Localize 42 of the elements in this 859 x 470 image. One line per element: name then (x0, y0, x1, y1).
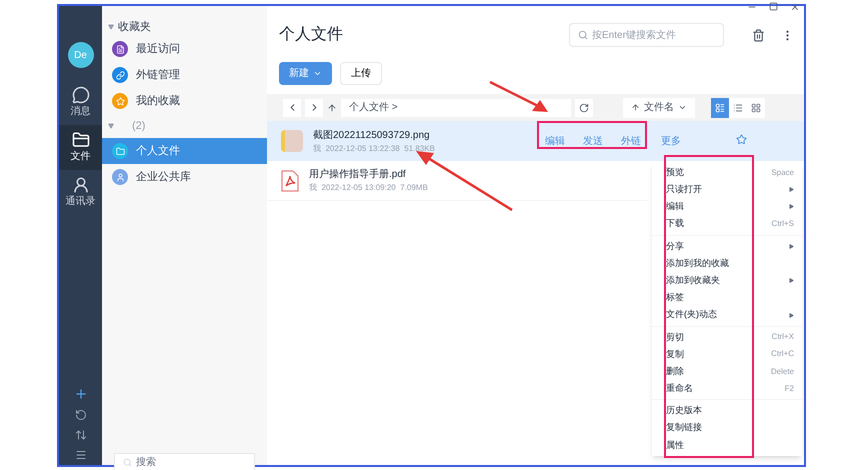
menu-item[interactable]: 添加到我的收藏 (652, 254, 802, 272)
file-row[interactable]: 用户操作指导手册.pdf 我 2022-12-05 13:09:20 7.09MB (267, 161, 647, 201)
upload-button[interactable]: 上传 (340, 62, 382, 84)
menu-item[interactable]: 历史版本 (652, 402, 802, 420)
sidebar-item[interactable]: 最近访问 (102, 36, 267, 62)
menu-item[interactable]: 预览 Space (652, 164, 802, 182)
rail-tab[interactable]: 文件 (59, 125, 102, 170)
sidebar-search-field[interactable]: 搜索 (114, 453, 255, 470)
shortcut-label: Space (771, 166, 794, 179)
menu-item[interactable]: 分享 (652, 238, 802, 255)
shortcut-label: Ctrl+C (771, 348, 794, 360)
menu-item[interactable]: 添加到收藏夹 (652, 272, 802, 290)
sidebar-item[interactable]: 企业公共库 (102, 164, 267, 190)
shortcut-label: F2 (784, 382, 794, 395)
menu-item[interactable]: 标签 (652, 289, 802, 306)
menu-item[interactable]: 删除 Delete (652, 363, 802, 380)
file-row[interactable]: 截图20221125093729.png 我 2022-12-05 13:22:38 51.83KB 编辑 发送 外链 更多 (267, 121, 804, 161)
rail-tab[interactable]: 消息 (59, 80, 102, 125)
shortcut-label: Ctrl+S (772, 218, 794, 230)
menu-item[interactable]: 复制链接 (652, 420, 802, 437)
menu-item[interactable]: 剪切 Ctrl+X (652, 328, 802, 346)
sidebar-item[interactable]: 外链管理 (102, 62, 267, 88)
menu-item[interactable]: 编辑 (652, 198, 802, 216)
shortcut-label: Ctrl+X (772, 331, 794, 344)
file-name: 用户操作指导手册.pdf (309, 168, 407, 182)
rail-tab[interactable]: 通讯录 (59, 170, 102, 215)
sort-button[interactable]: 文件名 (623, 98, 695, 118)
menu-item[interactable]: 属性 (652, 436, 802, 454)
file-name: 截图20221125093729.png (313, 128, 431, 142)
group-count: (2) (132, 118, 146, 134)
page-title: 个人文件 (279, 24, 343, 45)
menu-item[interactable]: 复制 Ctrl+C (652, 346, 802, 364)
section-title: 收藏夹 (118, 20, 151, 35)
menu-item[interactable]: 重命名 F2 (652, 380, 802, 398)
file-meta: 我 2022-12-05 13:09:20 7.09MB (309, 182, 429, 194)
sidebar-item[interactable]: 我的收藏 (102, 88, 267, 114)
menu-item[interactable]: 只读打开 (652, 181, 802, 198)
shortcut-label: Delete (770, 366, 794, 378)
menu-item[interactable]: 文件(夹)动态 (652, 306, 802, 324)
file-meta: 我 2022-12-05 13:22:38 51.83KB (313, 142, 436, 154)
breadcrumb-field[interactable]: 个人文件 > (341, 98, 571, 116)
menu-item[interactable]: 下载 Ctrl+S (652, 216, 802, 233)
